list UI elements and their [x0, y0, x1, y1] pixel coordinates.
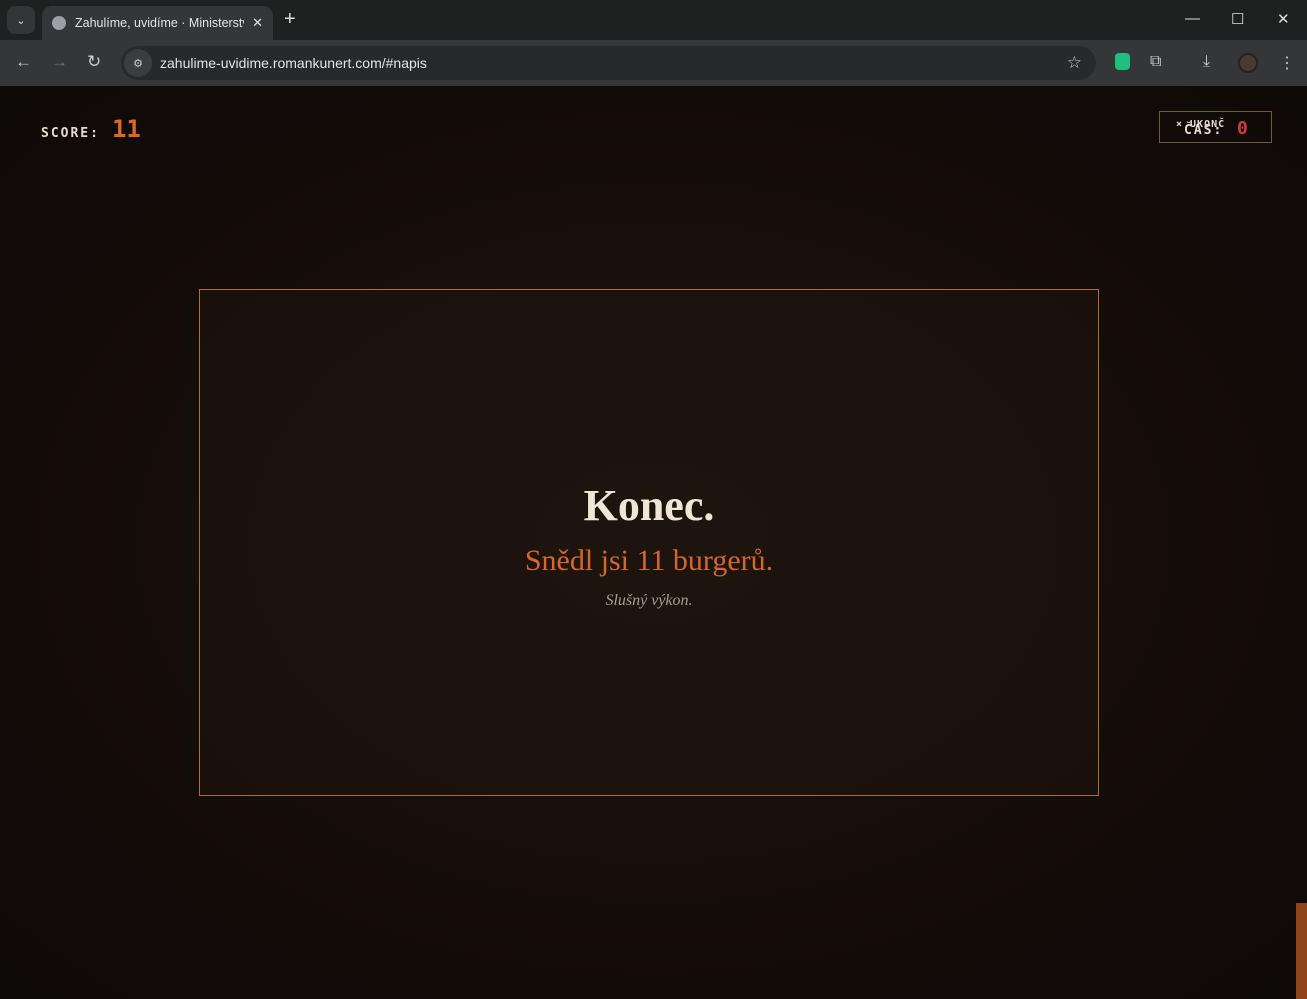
end-title: Konec. — [583, 481, 715, 530]
download-icon[interactable]: ⤓ — [1203, 53, 1210, 71]
tab-title: Zahulíme, uvidíme · Ministerstvo — [75, 16, 245, 30]
new-tab-button[interactable]: + — [284, 8, 296, 31]
time-label: ČAS: — [1184, 123, 1224, 138]
tab-search-button[interactable]: ⌄ — [7, 6, 35, 34]
reload-button[interactable]: ↻ — [87, 52, 101, 72]
game-page: SCORE: 11 × UKONČ ČAS: 0 Konec. Snědl js… — [0, 86, 1307, 999]
globe-icon — [52, 16, 66, 30]
minimize-button[interactable]: — — [1185, 10, 1200, 27]
end-result: Snědl jsi 11 burgerů. — [524, 544, 774, 577]
voice-extension-icon[interactable] — [1115, 53, 1130, 70]
time-value: 0 — [1237, 118, 1248, 139]
end-screen-panel: Konec. Snědl jsi 11 burgerů. Slušný výko… — [199, 289, 1099, 796]
profile-avatar[interactable] — [1238, 53, 1258, 73]
extensions-icon[interactable]: ⧉ — [1150, 53, 1161, 71]
score-display: SCORE: 11 — [41, 115, 141, 143]
url-text[interactable]: zahulime-uvidime.romankunert.com/#napis — [160, 55, 1067, 71]
score-value: 11 — [111, 115, 141, 143]
score-label: SCORE: — [41, 126, 100, 141]
browser-tab[interactable]: Zahulíme, uvidíme · Ministerstvo ✕ — [42, 6, 273, 40]
end-verdict: Slušný výkon. — [605, 592, 693, 609]
scrollbar-thumb[interactable] — [1296, 903, 1307, 999]
forward-button[interactable]: → — [51, 52, 68, 72]
bookmark-star-icon[interactable]: ☆ — [1067, 53, 1082, 73]
close-window-button[interactable]: ✕ — [1277, 10, 1290, 28]
back-button[interactable]: ← — [15, 52, 32, 72]
maximize-button[interactable]: ☐ — [1231, 10, 1244, 28]
close-tab-icon[interactable]: ✕ — [252, 15, 263, 31]
quit-button[interactable]: × UKONČ ČAS: 0 — [1159, 111, 1272, 143]
tab-bar: ⌄ Zahulíme, uvidíme · Ministerstvo ✕ + —… — [0, 0, 1307, 40]
site-settings-icon[interactable]: ⚙ — [124, 49, 152, 77]
browser-toolbar: ← → ↻ ⚙ zahulime-uvidime.romankunert.com… — [0, 40, 1307, 86]
menu-icon[interactable]: ⋮ — [1279, 53, 1295, 73]
address-bar[interactable]: ⚙ zahulime-uvidime.romankunert.com/#napi… — [121, 46, 1096, 80]
